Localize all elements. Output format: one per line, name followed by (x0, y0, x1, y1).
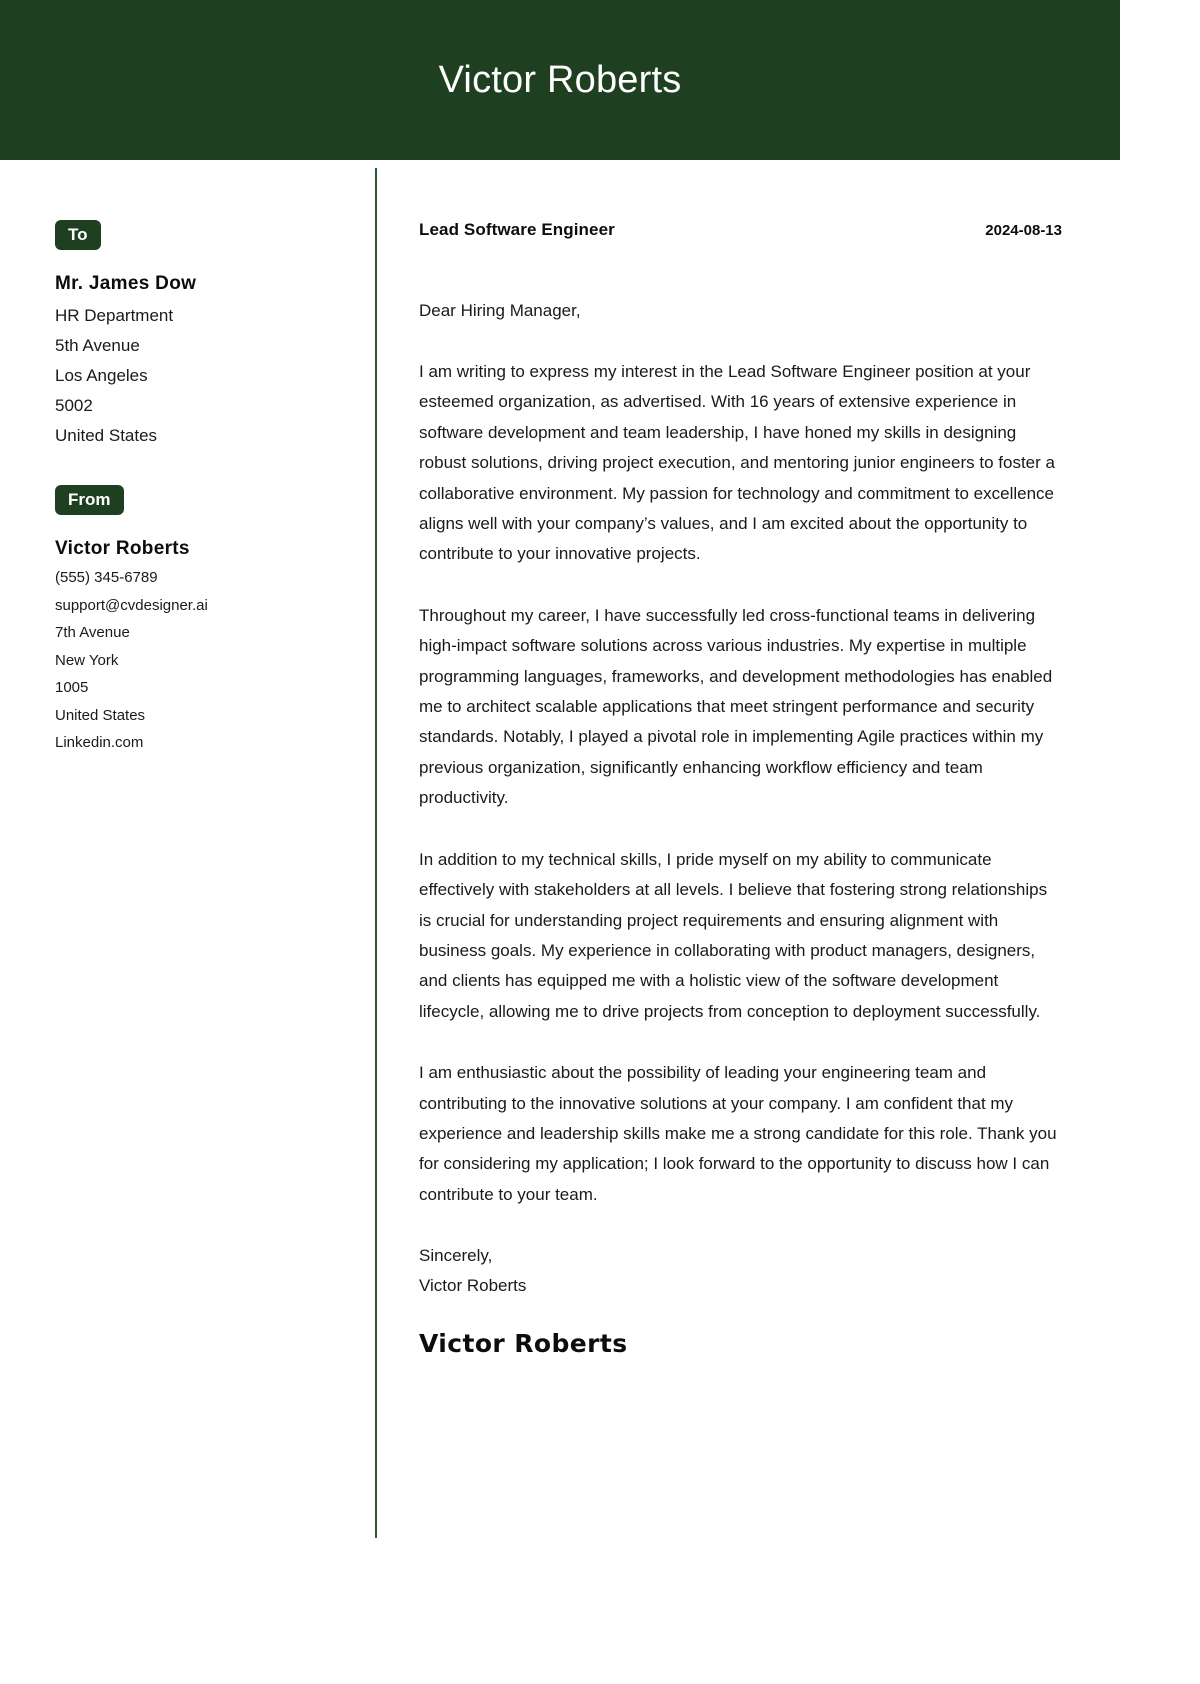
recipient-name: Mr. James Dow (55, 273, 197, 294)
closing-name: Victor Roberts (419, 1276, 527, 1296)
job-title: Lead Software Engineer (419, 220, 615, 239)
letter-date: 2024-08-13 (985, 222, 1062, 239)
recipient-line: HR Department (55, 306, 174, 325)
sidebar: To Mr. James Dow HR Department 5th Avenu… (0, 160, 375, 1538)
letter-paragraph: Throughout my career, I have successfull… (419, 605, 1053, 808)
letter-paragraph: I am writing to express my interest in t… (419, 362, 1055, 564)
letter-header: Lead Software Engineer 2024-08-13 (419, 220, 1062, 240)
from-chip: From (55, 485, 124, 515)
sender-name: Victor Roberts (55, 538, 190, 559)
closing-salutation: Sincerely, (419, 1246, 493, 1266)
letter-paragraph: In addition to my technical skills, I pr… (419, 849, 1048, 1021)
recipient-line: Los Angeles (55, 366, 148, 385)
recipient-line: United States (55, 426, 158, 445)
sender-line: 7th Avenue (55, 624, 130, 641)
sender-line: 1005 (55, 679, 89, 696)
signature: Victor Roberts (419, 1329, 628, 1359)
document-body: To Mr. James Dow HR Department 5th Avenu… (0, 160, 1120, 1538)
recipient-line: 5th Avenue (55, 336, 140, 355)
recipient-block: To Mr. James Dow HR Department 5th Avenu… (55, 220, 375, 451)
sender-website[interactable]: Linkedin.com (55, 729, 375, 757)
letter-content: Lead Software Engineer 2024-08-13 Dear H… (377, 160, 1120, 1538)
sender-email[interactable]: support@cvdesigner.ai (55, 592, 375, 620)
sender-line: New York (55, 651, 119, 669)
recipient-line: 5002 (55, 396, 93, 415)
to-chip: To (55, 220, 101, 250)
header-banner: Victor Roberts (0, 0, 1120, 160)
salutation: Dear Hiring Manager, (419, 301, 581, 320)
page-title: Victor Roberts (438, 58, 682, 101)
letter-paragraph: I am enthusiastic about the possibility … (419, 1063, 1057, 1204)
sender-block: From Victor Roberts (555) 345-6789 suppo… (55, 485, 375, 757)
sender-phone: (555) 345-6789 (55, 569, 158, 586)
sender-line: United States (55, 706, 146, 724)
